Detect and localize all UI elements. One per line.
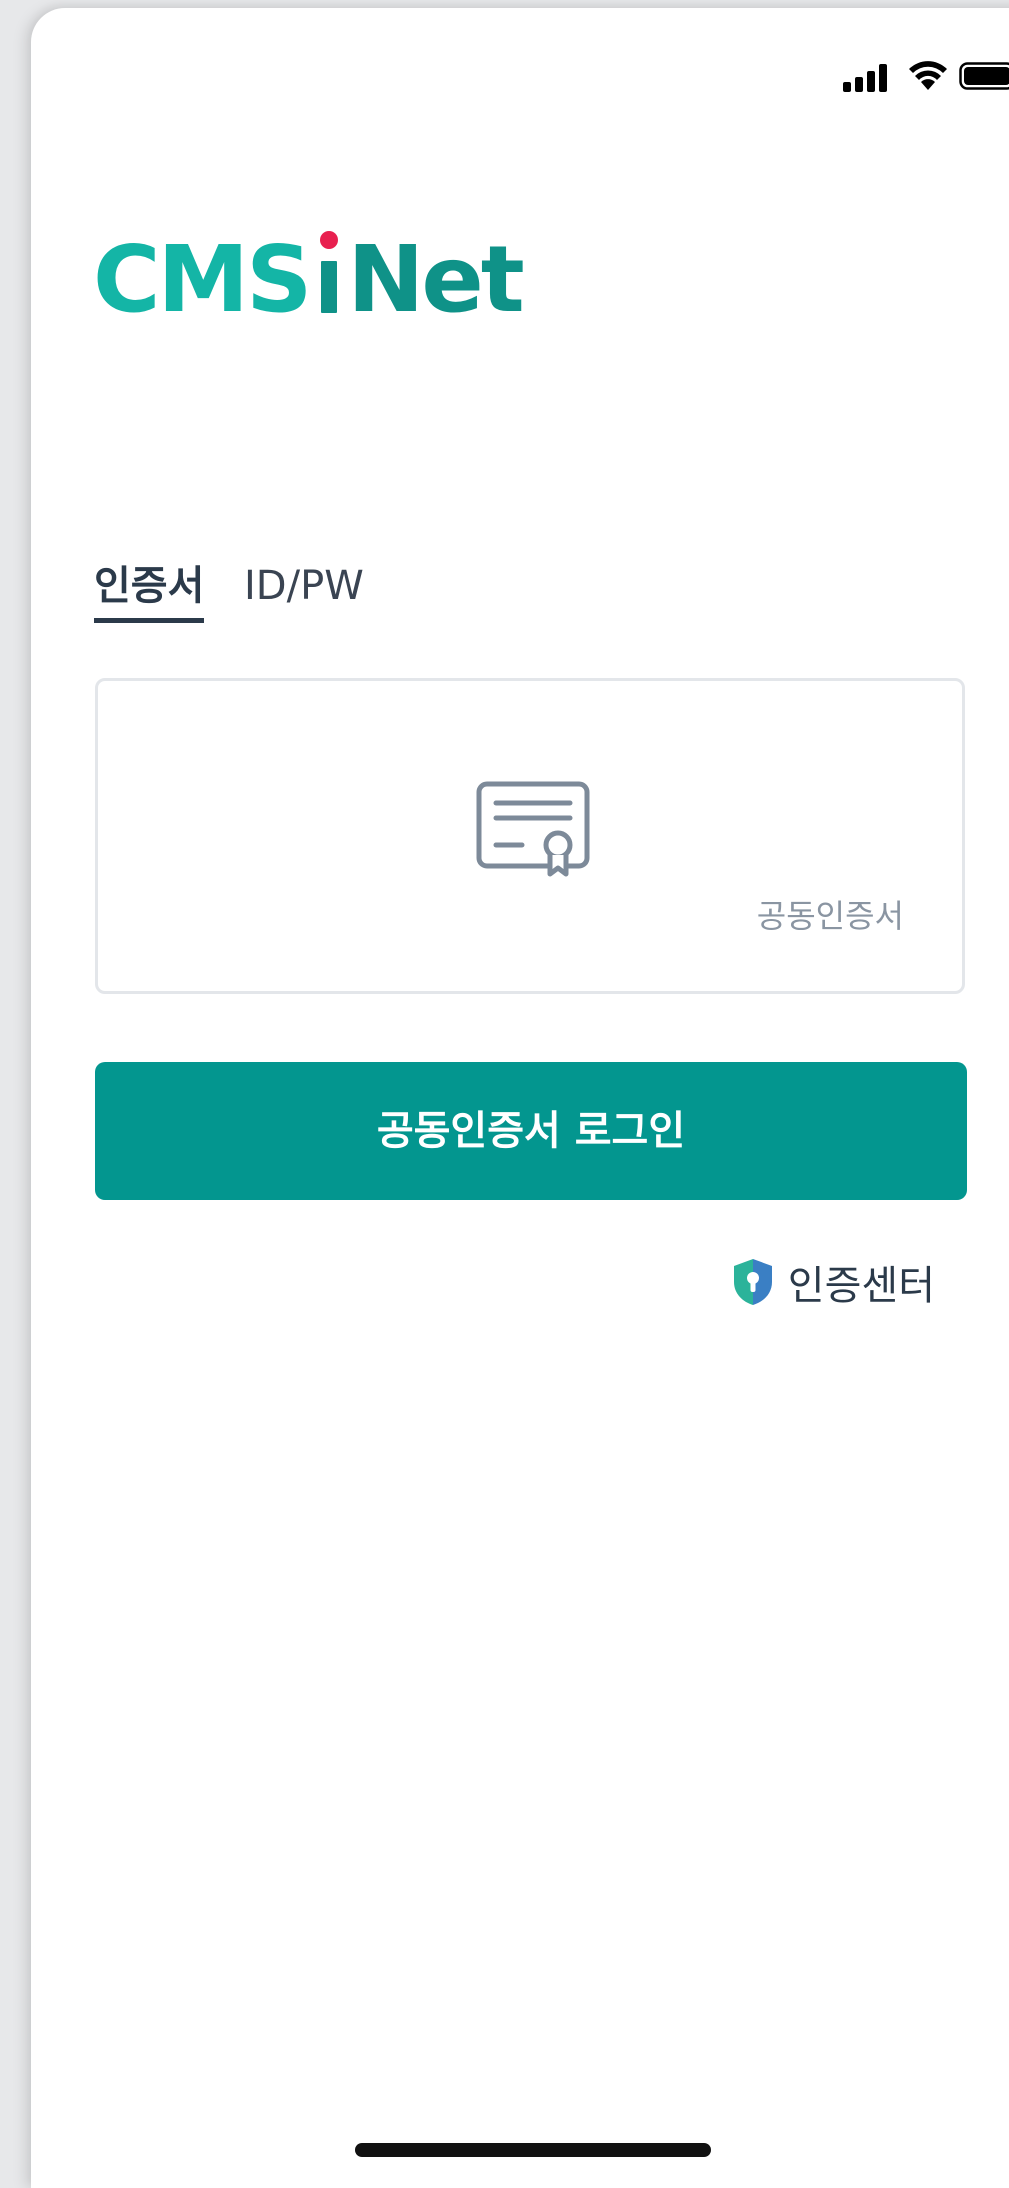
logo-text-cms: CMS xyxy=(93,226,309,333)
phone-screen: CMS Net 인증서 ID/PW 공동인증서 공동인증서 로그인 xyxy=(31,8,1009,2188)
certificate-center-label: 인증센터 xyxy=(788,1253,935,1311)
home-indicator[interactable] xyxy=(355,2143,711,2157)
login-tabs: 인증서 ID/PW xyxy=(94,556,694,622)
certificate-icon xyxy=(476,781,590,877)
status-bar xyxy=(815,58,1009,92)
certificate-center-link[interactable]: 인증센터 xyxy=(732,1252,935,1312)
cmsinet-logo: CMS Net xyxy=(93,226,573,346)
logo-dot xyxy=(320,231,338,249)
logo-text-net: Net xyxy=(347,226,521,333)
logo-letter-i xyxy=(315,245,343,311)
certificate-login-button[interactable]: 공동인증서 로그인 xyxy=(95,1062,967,1200)
tab-id-pw[interactable]: ID/PW xyxy=(244,556,364,616)
certificate-card[interactable]: 공동인증서 xyxy=(95,678,965,994)
battery-icon xyxy=(959,62,1009,90)
certificate-label: 공동인증서 xyxy=(757,891,904,937)
shield-keyhole-icon xyxy=(732,1258,774,1306)
tab-certificate[interactable]: 인증서 xyxy=(94,556,204,623)
wifi-icon xyxy=(907,60,949,92)
signal-bars-icon xyxy=(843,64,893,92)
